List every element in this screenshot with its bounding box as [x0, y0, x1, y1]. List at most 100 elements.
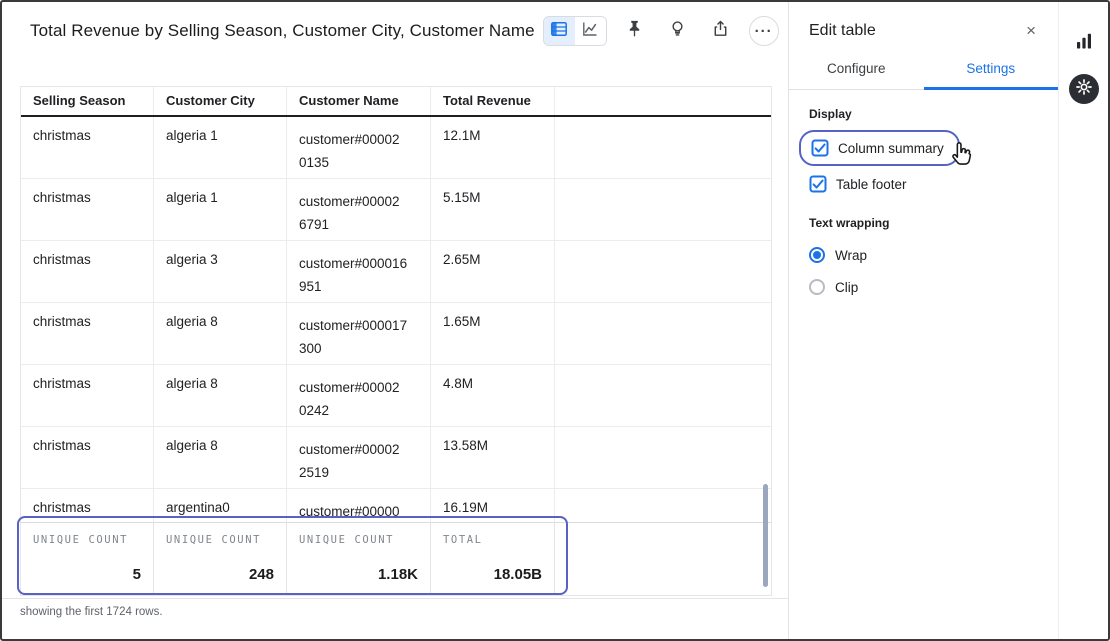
panel-title: Edit table — [809, 22, 876, 40]
cell-total-revenue[interactable]: 4.8M — [430, 365, 554, 426]
summary-filler — [554, 523, 771, 595]
bar-chart-button[interactable] — [1069, 28, 1099, 58]
cell-customer-name[interactable]: customer#000026791 — [286, 179, 430, 240]
cell-total-revenue[interactable]: 13.58M — [430, 427, 554, 488]
table-row: christmasalgeria 3customer#0000169512.65… — [21, 241, 771, 303]
tab-settings[interactable]: Settings — [924, 51, 1059, 90]
summary-value: 5 — [33, 566, 141, 583]
row-count-note: showing the first 1724 rows. — [2, 598, 788, 618]
checkbox-label-table-footer: Table footer — [836, 177, 907, 192]
table-row: christmasalgeria 1customer#00002013512.1… — [21, 117, 771, 179]
cell-selling-season[interactable]: christmas — [21, 179, 153, 240]
column-header-customer-city[interactable]: Customer City — [153, 87, 286, 115]
radio-row-wrap[interactable]: Wrap — [809, 239, 1038, 271]
cell-empty[interactable] — [554, 365, 771, 426]
cell-total-revenue[interactable]: 16.19M — [430, 489, 554, 522]
cell-selling-season[interactable]: christmas — [21, 489, 153, 522]
checkbox-row-column-summary[interactable]: Column summary — [811, 134, 944, 162]
cell-selling-season[interactable]: christmas — [21, 117, 153, 178]
share-button[interactable] — [706, 16, 736, 46]
more-options-button[interactable]: ··· — [749, 16, 779, 46]
table-row: christmasalgeria 8customer#0000202424.8M — [21, 365, 771, 427]
settings-gear-button[interactable] — [1069, 74, 1099, 104]
ellipsis-icon: ··· — [755, 24, 773, 39]
table-header: Selling Season Customer City Customer Na… — [21, 87, 771, 117]
panel-body: Display Column summary Table footer — [789, 90, 1058, 318]
table-area: Selling Season Customer City Customer Na… — [20, 86, 772, 596]
cell-customer-city[interactable]: algeria 1 — [153, 117, 286, 178]
checkbox-icon[interactable] — [811, 139, 829, 157]
checkbox-icon[interactable] — [809, 175, 827, 193]
cell-customer-name[interactable]: customer#000016951 — [286, 241, 430, 302]
cell-empty[interactable] — [554, 241, 771, 302]
summary-label: UNIQUE COUNT — [33, 534, 141, 546]
cell-empty[interactable] — [554, 489, 771, 522]
customer-name-line: customer#000017 — [299, 314, 418, 337]
cell-customer-name[interactable]: customer#000020135 — [286, 117, 430, 178]
cell-empty[interactable] — [554, 427, 771, 488]
cursor-hand-icon — [947, 141, 974, 173]
radio-label-wrap: Wrap — [835, 248, 867, 263]
summary-cell: UNIQUE COUNT248 — [153, 523, 286, 595]
customer-name-line: 0135 — [299, 151, 418, 174]
table-view-icon — [550, 20, 568, 43]
cell-selling-season[interactable]: christmas — [21, 303, 153, 364]
column-header-customer-name[interactable]: Customer Name — [286, 87, 430, 115]
customer-name-line: 6791 — [299, 213, 418, 236]
radio-icon[interactable] — [809, 247, 825, 263]
cell-selling-season[interactable]: christmas — [21, 365, 153, 426]
cell-empty[interactable] — [554, 179, 771, 240]
cell-total-revenue[interactable]: 2.65M — [430, 241, 554, 302]
text-wrapping-heading: Text wrapping — [809, 216, 1038, 230]
column-header-empty[interactable] — [554, 87, 771, 115]
cell-customer-name[interactable]: customer#000022519 — [286, 427, 430, 488]
table-row: christmasalgeria 8customer#0000173001.65… — [21, 303, 771, 365]
cell-total-revenue[interactable]: 12.1M — [430, 117, 554, 178]
gear-icon — [1075, 78, 1093, 101]
cell-empty[interactable] — [554, 303, 771, 364]
summary-cell: UNIQUE COUNT 5 — [21, 523, 153, 595]
cell-customer-city[interactable]: algeria 8 — [153, 427, 286, 488]
customer-name-line: customer#00002 — [299, 438, 418, 461]
radio-icon[interactable] — [809, 279, 825, 295]
vertical-scrollbar[interactable] — [763, 484, 768, 587]
column-header-total-revenue[interactable]: Total Revenue — [430, 87, 554, 115]
cell-customer-name[interactable]: customer#00000 — [286, 489, 430, 522]
page-title: Total Revenue by Selling Season, Custome… — [30, 21, 535, 41]
close-icon[interactable]: × — [1020, 20, 1042, 41]
cell-customer-city[interactable]: algeria 8 — [153, 303, 286, 364]
cell-customer-city[interactable]: argentina0 — [153, 489, 286, 522]
customer-name-line: customer#00002 — [299, 190, 418, 213]
title-bar: Total Revenue by Selling Season, Custome… — [2, 2, 788, 52]
chart-view-button[interactable] — [575, 17, 606, 45]
toolbar: ··· — [543, 16, 779, 46]
summary-cell: UNIQUE COUNT1.18K — [286, 523, 430, 595]
data-table: Selling Season Customer City Customer Na… — [20, 86, 772, 596]
cell-selling-season[interactable]: christmas — [21, 241, 153, 302]
summary-cell: TOTAL18.05B — [430, 523, 554, 595]
pin-icon — [625, 19, 644, 43]
column-header-selling-season[interactable]: Selling Season — [21, 87, 153, 115]
cell-selling-season[interactable]: christmas — [21, 427, 153, 488]
table-view-button[interactable] — [544, 17, 575, 45]
cell-customer-city[interactable]: algeria 8 — [153, 365, 286, 426]
cell-customer-name[interactable]: customer#000017300 — [286, 303, 430, 364]
radio-row-clip[interactable]: Clip — [809, 271, 1038, 303]
tab-configure[interactable]: Configure — [789, 51, 924, 90]
cell-customer-city[interactable]: algeria 3 — [153, 241, 286, 302]
pin-button[interactable] — [620, 16, 650, 46]
radio-label-clip: Clip — [835, 280, 858, 295]
cell-total-revenue[interactable]: 1.65M — [430, 303, 554, 364]
customer-name-line: customer#000016 — [299, 252, 418, 275]
cell-customer-city[interactable]: algeria 1 — [153, 179, 286, 240]
lightbulb-button[interactable] — [663, 16, 693, 46]
cell-empty[interactable] — [554, 117, 771, 178]
chart-view-icon — [581, 20, 599, 43]
cell-total-revenue[interactable]: 5.15M — [430, 179, 554, 240]
cell-customer-name[interactable]: customer#000020242 — [286, 365, 430, 426]
checkbox-row-table-footer[interactable]: Table footer — [809, 170, 1038, 198]
panel-tabs: Configure Settings — [789, 51, 1058, 90]
table-row: christmasargentina0customer#0000016.19M — [21, 489, 771, 522]
edit-table-panel: Edit table × Configure Settings Display … — [788, 2, 1058, 639]
display-heading: Display — [809, 107, 1038, 121]
